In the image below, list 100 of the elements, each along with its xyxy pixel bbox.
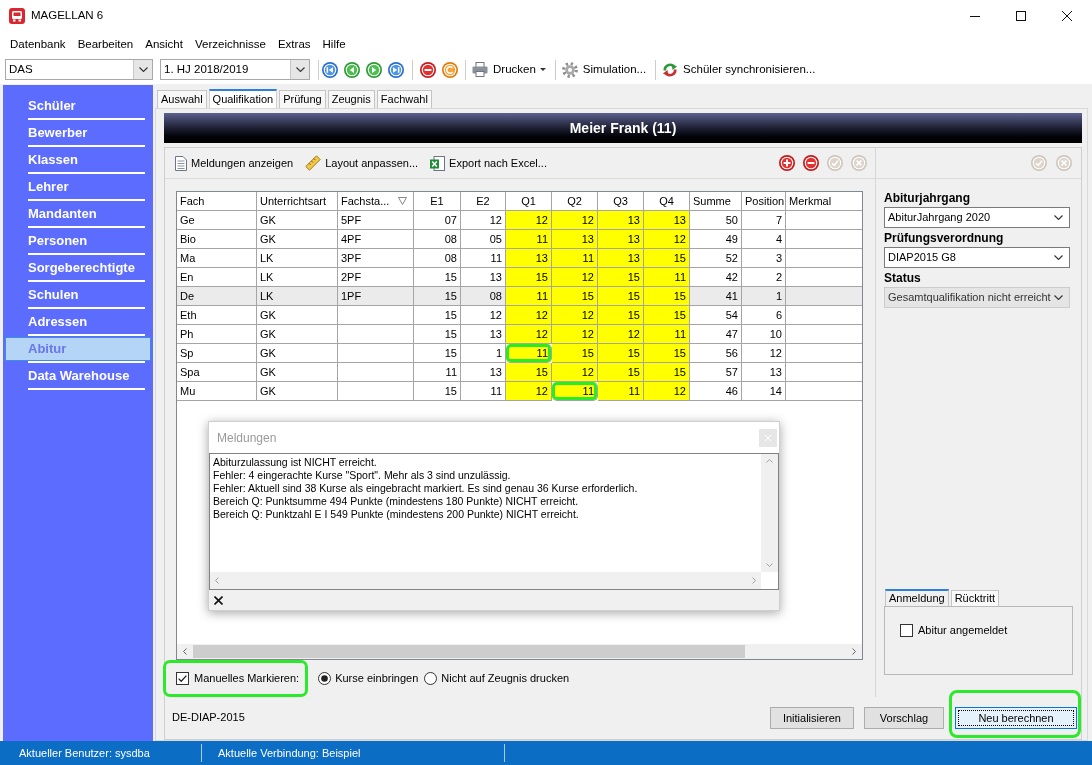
table-cell[interactable]: 4PF	[338, 230, 414, 249]
radio-label[interactable]: Nicht auf Zeugnis drucken	[441, 670, 570, 687]
table-cell[interactable]: 4	[742, 230, 786, 249]
table-cell[interactable]: 07	[414, 211, 461, 230]
table-cell[interactable]: 11	[461, 249, 506, 268]
table-cell[interactable]: 1	[742, 287, 786, 306]
tab[interactable]: Qualifikation	[208, 89, 278, 108]
table-cell[interactable]: Sp	[177, 344, 257, 363]
close-button[interactable]	[759, 428, 777, 447]
menu-item[interactable]: Verzeichnisse	[188, 34, 272, 53]
minus-circle-icon[interactable]	[420, 61, 436, 78]
table-cell[interactable]: GK	[257, 211, 338, 230]
tab[interactable]: Anmeldung	[885, 589, 949, 606]
table-cell[interactable]: 12	[644, 382, 690, 401]
tab[interactable]: Zeugnis	[327, 90, 375, 108]
chevron-left-icon[interactable]	[215, 577, 219, 584]
refresh-icon[interactable]	[442, 61, 458, 78]
table-cell[interactable]: Ma	[177, 249, 257, 268]
menu-item[interactable]: Extras	[271, 34, 317, 53]
sidebar-item[interactable]: Klassen	[5, 148, 151, 172]
action-button[interactable]: Neu berechnen	[955, 707, 1077, 729]
sidebar-item[interactable]: Schulen	[5, 283, 151, 307]
table-cell[interactable]: 6	[742, 306, 786, 325]
table-cell[interactable]: 46	[690, 382, 742, 401]
scrollbar[interactable]	[177, 644, 862, 659]
select-field[interactable]: AbiturJahrgang 2020	[884, 207, 1070, 228]
table-cell[interactable]: Ph	[177, 325, 257, 344]
plus-circle-icon[interactable]	[779, 155, 795, 171]
table-cell[interactable]: 12	[461, 306, 506, 325]
table-cell[interactable]: De	[177, 287, 257, 306]
chevron-up-icon[interactable]	[766, 459, 773, 463]
chevron-left-icon[interactable]	[183, 648, 187, 655]
tab[interactable]: Prüfung	[279, 90, 326, 108]
table-cell[interactable]: 52	[690, 249, 742, 268]
table-cell[interactable]: GK	[257, 230, 338, 249]
table-cell[interactable]: GK	[257, 382, 338, 401]
table-cell[interactable]: 12	[552, 363, 598, 382]
table-cell[interactable]: 54	[690, 306, 742, 325]
previous-icon[interactable]	[344, 61, 360, 78]
table-cell[interactable]: 15	[552, 287, 598, 306]
table-cell[interactable]: 49	[690, 230, 742, 249]
table-cell[interactable]: 42	[690, 268, 742, 287]
database-dropdown[interactable]: DAS	[5, 59, 153, 80]
checkbox[interactable]	[176, 672, 189, 685]
table-cell[interactable]: 08	[461, 287, 506, 306]
table-cell[interactable]: 3PF	[338, 249, 414, 268]
table-cell[interactable]: 15	[644, 249, 690, 268]
table-cell[interactable]: 3	[742, 249, 786, 268]
menu-item[interactable]: Ansicht	[139, 34, 189, 53]
table-cell[interactable]: 2	[742, 268, 786, 287]
table-cell[interactable]: 12	[506, 211, 552, 230]
table-cell[interactable]: 12	[552, 211, 598, 230]
table-cell[interactable]: 12	[742, 344, 786, 363]
table-cell[interactable]: 15	[598, 287, 644, 306]
sidebar-item[interactable]: Mandanten	[5, 202, 151, 226]
chevron-down-icon[interactable]	[1054, 215, 1063, 220]
table-cell[interactable]: 13	[461, 363, 506, 382]
sidebar-item[interactable]: Data Warehouse	[5, 364, 151, 388]
table-cell[interactable]: 41	[690, 287, 742, 306]
table-cell[interactable]: 12	[506, 325, 552, 344]
tab[interactable]: Fachwahl	[376, 90, 432, 108]
table-cell[interactable]: En	[177, 268, 257, 287]
radio-label[interactable]: Kurse einbringen	[335, 670, 419, 687]
table-cell[interactable]: 15	[644, 344, 690, 363]
chevron-down-icon[interactable]	[1054, 255, 1063, 260]
table-cell[interactable]: 15	[598, 363, 644, 382]
table-cell[interactable]: 13	[552, 230, 598, 249]
table-cell[interactable]: 50	[690, 211, 742, 230]
table-cell[interactable]: 15	[414, 306, 461, 325]
table-cell[interactable]: 15	[552, 344, 598, 363]
simulation-button[interactable]: Simulation...	[560, 58, 648, 81]
table-cell[interactable]: 13	[644, 211, 690, 230]
table-cell[interactable]: LK	[257, 268, 338, 287]
table-cell[interactable]: LK	[257, 287, 338, 306]
table-cell[interactable]: 15	[644, 363, 690, 382]
table-cell[interactable]: 05	[461, 230, 506, 249]
menu-item[interactable]: Bearbeiten	[71, 34, 140, 53]
table-cell[interactable]: 15	[598, 306, 644, 325]
table-cell[interactable]: 11	[644, 325, 690, 344]
table-cell[interactable]: 12	[461, 211, 506, 230]
table-cell[interactable]: 12	[506, 382, 552, 401]
table-cell[interactable]: 13	[598, 230, 644, 249]
table-cell[interactable]: 11	[506, 230, 552, 249]
table-cell[interactable]: 11	[598, 382, 644, 401]
table-cell[interactable]: 14	[742, 382, 786, 401]
chevron-down-icon[interactable]	[138, 67, 148, 72]
close-icon[interactable]	[214, 595, 223, 605]
sync-button[interactable]: Schüler synchronisieren...	[661, 58, 817, 81]
sidebar-item[interactable]: Adressen	[5, 310, 151, 334]
menu-item[interactable]: Hilfe	[316, 34, 352, 53]
table-cell[interactable]: 15	[506, 363, 552, 382]
chevron-right-icon[interactable]	[852, 648, 856, 655]
table-cell[interactable]: GK	[257, 363, 338, 382]
table-cell[interactable]: 13	[461, 325, 506, 344]
table-cell[interactable]: 12	[552, 325, 598, 344]
action-button[interactable]: Initialisieren	[769, 707, 854, 729]
table-cell[interactable]: 2PF	[338, 268, 414, 287]
table-cell[interactable]: 5PF	[338, 211, 414, 230]
table-cell[interactable]: 57	[690, 363, 742, 382]
table-cell[interactable]: 15	[644, 306, 690, 325]
